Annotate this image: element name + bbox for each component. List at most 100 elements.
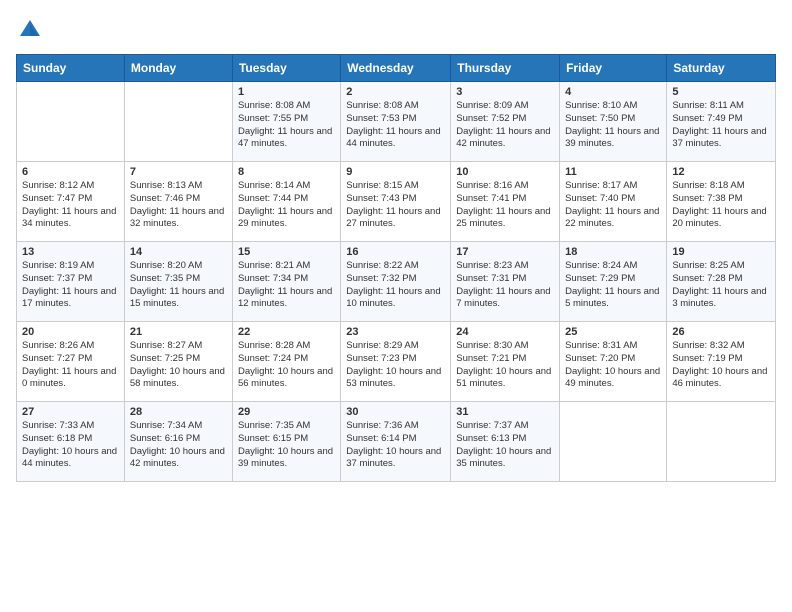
calendar-cell: 14 Sunrise: 8:20 AMSunset: 7:35 PMDayligh…	[124, 242, 232, 322]
day-number: 21	[130, 326, 227, 338]
calendar-cell: 6 Sunrise: 8:12 AMSunset: 7:47 PMDaylight…	[17, 162, 125, 242]
cell-content: Sunrise: 8:15 AMSunset: 7:43 PMDaylight:…	[346, 180, 445, 231]
day-number: 8	[238, 166, 335, 178]
day-number: 29	[238, 406, 335, 418]
day-header-saturday: Saturday	[667, 55, 776, 82]
calendar-cell: 29 Sunrise: 7:35 AMSunset: 6:15 PMDayligh…	[232, 402, 340, 482]
calendar-cell: 26Sunrise: 8:32 AMSunset: 7:19 PMDayligh…	[667, 322, 776, 402]
calendar-cell: 2 Sunrise: 8:08 AMSunset: 7:53 PMDaylight…	[341, 82, 451, 162]
day-number: 25	[565, 326, 661, 338]
cell-content: Sunrise: 8:13 AMSunset: 7:46 PMDaylight:…	[130, 180, 227, 231]
cell-content: Sunrise: 8:10 AMSunset: 7:50 PMDaylight:…	[565, 100, 661, 151]
week-row-1: 1Sunrise: 8:08 AMSunset: 7:55 PMDaylight…	[17, 82, 776, 162]
cell-content: Sunrise: 7:36 AMSunset: 6:14 PMDaylight:…	[346, 420, 445, 471]
day-number: 3	[456, 86, 554, 98]
calendar-cell: 28 Sunrise: 7:34 AMSunset: 6:16 PMDayligh…	[124, 402, 232, 482]
day-number: 22	[238, 326, 335, 338]
calendar-cell	[17, 82, 125, 162]
calendar-cell: 8 Sunrise: 8:14 AMSunset: 7:44 PMDaylight…	[232, 162, 340, 242]
cell-content: Sunrise: 7:33 AMSunset: 6:18 PMDaylight:…	[22, 420, 119, 471]
cell-content: Sunrise: 8:20 AMSunset: 7:35 PMDaylight:…	[130, 260, 227, 311]
cell-content: Sunrise: 8:09 AMSunset: 7:52 PMDaylight:…	[456, 100, 554, 151]
calendar-cell: 25 Sunrise: 8:31 AMSunset: 7:20 PMDayligh…	[560, 322, 667, 402]
cell-content: Sunrise: 8:22 AMSunset: 7:32 PMDaylight:…	[346, 260, 445, 311]
calendar-table: SundayMondayTuesdayWednesdayThursdayFrid…	[16, 54, 776, 482]
day-number: 6	[22, 166, 119, 178]
calendar-cell: 27Sunrise: 7:33 AMSunset: 6:18 PMDayligh…	[17, 402, 125, 482]
calendar-cell: 10 Sunrise: 8:16 AMSunset: 7:41 PMDayligh…	[451, 162, 560, 242]
cell-content: Sunrise: 8:27 AMSunset: 7:25 PMDaylight:…	[130, 340, 227, 391]
day-number: 12	[672, 166, 770, 178]
calendar-cell: 11Sunrise: 8:17 AMSunset: 7:40 PMDayligh…	[560, 162, 667, 242]
calendar-cell: 30 Sunrise: 7:36 AMSunset: 6:14 PMDayligh…	[341, 402, 451, 482]
day-number: 28	[130, 406, 227, 418]
day-number: 5	[672, 86, 770, 98]
calendar-cell: 9 Sunrise: 8:15 AMSunset: 7:43 PMDaylight…	[341, 162, 451, 242]
cell-content: Sunrise: 8:12 AMSunset: 7:47 PMDaylight:…	[22, 180, 119, 231]
day-number: 18	[565, 246, 661, 258]
cell-content: Sunrise: 8:26 AMSunset: 7:27 PMDaylight:…	[22, 340, 119, 391]
day-number: 31	[456, 406, 554, 418]
day-number: 9	[346, 166, 445, 178]
cell-content: Sunrise: 8:17 AMSunset: 7:40 PMDaylight:…	[565, 180, 661, 231]
calendar-cell: 24 Sunrise: 8:30 AMSunset: 7:21 PMDayligh…	[451, 322, 560, 402]
calendar-cell: 20 Sunrise: 8:26 AMSunset: 7:27 PMDayligh…	[17, 322, 125, 402]
cell-content: Sunrise: 8:24 AMSunset: 7:29 PMDaylight:…	[565, 260, 661, 311]
calendar-cell: 31 Sunrise: 7:37 AMSunset: 6:13 PMDayligh…	[451, 402, 560, 482]
day-number: 23	[346, 326, 445, 338]
day-number: 19	[672, 246, 770, 258]
day-number: 17	[456, 246, 554, 258]
week-row-4: 20 Sunrise: 8:26 AMSunset: 7:27 PMDayligh…	[17, 322, 776, 402]
cell-content: Sunrise: 8:11 AMSunset: 7:49 PMDaylight:…	[672, 100, 770, 151]
day-number: 10	[456, 166, 554, 178]
cell-content: Sunrise: 8:28 AMSunset: 7:24 PMDaylight:…	[238, 340, 335, 391]
cell-content: Sunrise: 8:14 AMSunset: 7:44 PMDaylight:…	[238, 180, 335, 231]
day-number: 24	[456, 326, 554, 338]
calendar-cell: 7 Sunrise: 8:13 AMSunset: 7:46 PMDaylight…	[124, 162, 232, 242]
calendar-cell: 19 Sunrise: 8:25 AMSunset: 7:28 PMDayligh…	[667, 242, 776, 322]
day-number: 14	[130, 246, 227, 258]
day-number: 16	[346, 246, 445, 258]
logo	[16, 16, 48, 44]
day-header-friday: Friday	[560, 55, 667, 82]
calendar-cell: 5 Sunrise: 8:11 AMSunset: 7:49 PMDaylight…	[667, 82, 776, 162]
cell-content: Sunrise: 8:29 AMSunset: 7:23 PMDaylight:…	[346, 340, 445, 391]
calendar-cell: 4 Sunrise: 8:10 AMSunset: 7:50 PMDaylight…	[560, 82, 667, 162]
day-header-wednesday: Wednesday	[341, 55, 451, 82]
calendar-cell: 15 Sunrise: 8:21 AMSunset: 7:34 PMDayligh…	[232, 242, 340, 322]
cell-content: Sunrise: 7:37 AMSunset: 6:13 PMDaylight:…	[456, 420, 554, 471]
day-number: 7	[130, 166, 227, 178]
cell-content: Sunrise: 8:16 AMSunset: 7:41 PMDaylight:…	[456, 180, 554, 231]
day-number: 15	[238, 246, 335, 258]
calendar-cell: 1Sunrise: 8:08 AMSunset: 7:55 PMDaylight…	[232, 82, 340, 162]
calendar-cell: 13 Sunrise: 8:19 AMSunset: 7:37 PMDayligh…	[17, 242, 125, 322]
cell-content: Sunrise: 8:32 AMSunset: 7:19 PMDaylight:…	[672, 340, 770, 391]
day-number: 4	[565, 86, 661, 98]
day-header-row: SundayMondayTuesdayWednesdayThursdayFrid…	[17, 55, 776, 82]
logo-icon	[16, 16, 44, 44]
calendar-cell	[124, 82, 232, 162]
week-row-5: 27Sunrise: 7:33 AMSunset: 6:18 PMDayligh…	[17, 402, 776, 482]
cell-content: Sunrise: 8:19 AMSunset: 7:37 PMDaylight:…	[22, 260, 119, 311]
calendar-cell: 3 Sunrise: 8:09 AMSunset: 7:52 PMDaylight…	[451, 82, 560, 162]
week-row-3: 13 Sunrise: 8:19 AMSunset: 7:37 PMDayligh…	[17, 242, 776, 322]
cell-content: Sunrise: 8:08 AMSunset: 7:55 PMDaylight:…	[238, 100, 335, 151]
cell-content: Sunrise: 7:34 AMSunset: 6:16 PMDaylight:…	[130, 420, 227, 471]
calendar-cell: 18 Sunrise: 8:24 AMSunset: 7:29 PMDayligh…	[560, 242, 667, 322]
calendar-cell: 21 Sunrise: 8:27 AMSunset: 7:25 PMDayligh…	[124, 322, 232, 402]
cell-content: Sunrise: 8:25 AMSunset: 7:28 PMDaylight:…	[672, 260, 770, 311]
calendar-cell: 17Sunrise: 8:23 AMSunset: 7:31 PMDayligh…	[451, 242, 560, 322]
calendar-cell	[667, 402, 776, 482]
cell-content: Sunrise: 8:08 AMSunset: 7:53 PMDaylight:…	[346, 100, 445, 151]
day-number: 13	[22, 246, 119, 258]
day-number: 20	[22, 326, 119, 338]
cell-content: Sunrise: 7:35 AMSunset: 6:15 PMDaylight:…	[238, 420, 335, 471]
cell-content: Sunrise: 8:30 AMSunset: 7:21 PMDaylight:…	[456, 340, 554, 391]
day-number: 2	[346, 86, 445, 98]
day-number: 30	[346, 406, 445, 418]
calendar-cell: 12Sunrise: 8:18 AMSunset: 7:38 PMDayligh…	[667, 162, 776, 242]
day-header-sunday: Sunday	[17, 55, 125, 82]
cell-content: Sunrise: 8:21 AMSunset: 7:34 PMDaylight:…	[238, 260, 335, 311]
cell-content: Sunrise: 8:31 AMSunset: 7:20 PMDaylight:…	[565, 340, 661, 391]
calendar-cell: 22 Sunrise: 8:28 AMSunset: 7:24 PMDayligh…	[232, 322, 340, 402]
